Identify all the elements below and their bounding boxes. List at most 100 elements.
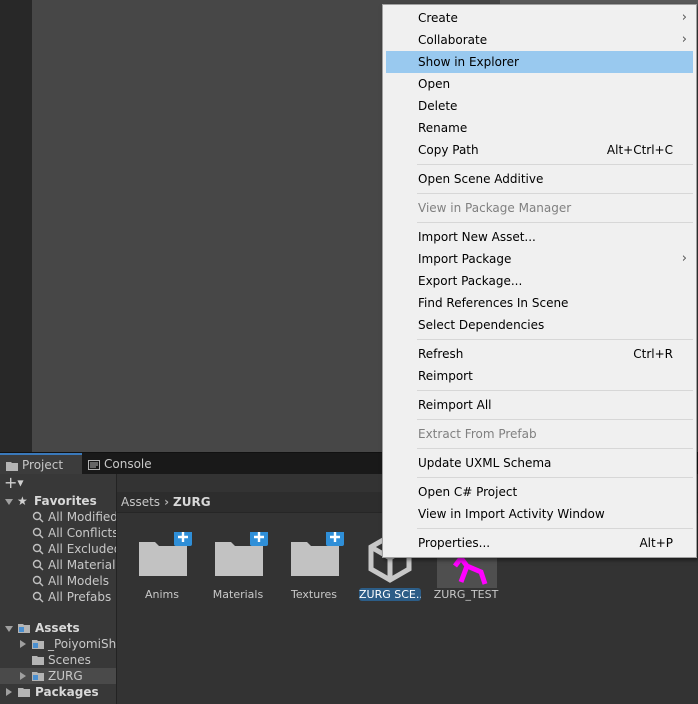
favorite-item-label: All Prefabs [48,590,112,604]
asset-label-selected: ZURG SCE... [359,588,421,601]
menu-item-view-import-activity[interactable]: View in Import Activity Window [386,503,693,525]
asset-label: ZURG_TEST [433,588,499,601]
menu-item-select-dependencies[interactable]: Select Dependencies [386,314,693,336]
context-menu: Create › Collaborate › Show in Explorer Op… [382,4,697,558]
menu-item-delete[interactable]: Delete [386,95,693,117]
folder-icon [18,688,30,697]
breadcrumb-separator: › [164,495,170,509]
menu-item-label: Show in Explorer [418,55,519,69]
tab-project[interactable]: Project [0,453,82,475]
menu-item-label: View in Import Activity Window [418,507,605,521]
collapse-arrow-icon[interactable] [5,499,13,505]
menu-item-refresh[interactable]: Refresh Ctrl+R [386,343,693,365]
menu-item-reimport-all[interactable]: Reimport All [386,394,693,416]
menu-item-find-references[interactable]: Find References In Scene [386,292,693,314]
breadcrumb-assets[interactable]: Assets [121,495,160,509]
collapse-arrow-icon[interactable] [5,626,13,632]
tab-project-label: Project [22,458,64,472]
assets-root[interactable]: Assets [0,620,116,636]
star-icon: ★ [17,494,28,508]
expand-arrow-icon[interactable] [6,688,12,696]
asset-label: Anims [145,588,179,601]
tree-folder-label: _PoiyomiShaders [48,637,116,651]
favorites-label: Favorites [34,494,97,508]
menu-item-properties[interactable]: Properties... Alt+P [386,532,693,554]
menu-item-label: Rename [418,121,468,135]
tab-console-label: Console [104,457,152,471]
chevron-right-icon: › [681,32,687,47]
menu-item-create[interactable]: Create › [386,7,693,29]
menu-item-shortcut: Alt+Ctrl+C [606,143,673,157]
menu-item-label: Open C# Project [418,485,518,499]
project-tree-panel: +▼ ★ Favorites All Modified All Conflict… [0,474,117,704]
menu-item-import-package[interactable]: Import Package › [386,248,693,270]
favorite-item[interactable]: All Prefabs [0,589,116,605]
tree-folder-poiyomi[interactable]: _PoiyomiShaders [0,636,116,652]
menu-item-show-in-explorer[interactable]: Show in Explorer [386,51,693,73]
menu-item-label: Refresh [418,347,464,361]
menu-item-label: Select Dependencies [418,318,545,332]
favorite-item-label: All Modified [48,510,116,524]
menu-item-update-uxml-schema[interactable]: Update UXML Schema [386,452,693,474]
favorite-item[interactable]: All Conflicts [0,525,116,541]
menu-item-label: Reimport All [418,398,492,412]
menu-separator [417,477,693,478]
favorite-item[interactable]: All Models [0,573,116,589]
tab-console[interactable]: Console [82,453,174,475]
menu-separator [417,193,693,194]
menu-item-label: Extract From Prefab [418,427,537,441]
search-icon [32,511,44,523]
menu-item-label: Open Scene Additive [418,172,544,186]
menu-item-label: Open [418,77,451,91]
search-icon [32,543,44,555]
search-icon [32,527,44,539]
scene-toolbar-strip [0,0,32,452]
menu-item-rename[interactable]: Rename [386,117,693,139]
menu-item-reimport[interactable]: Reimport [386,365,693,387]
menu-item-export-package[interactable]: Export Package... [386,270,693,292]
menu-item-import-new-asset[interactable]: Import New Asset... [386,226,693,248]
tree-folder-label: Scenes [48,653,91,667]
menu-item-view-in-package-manager: View in Package Manager [386,197,693,219]
menu-item-shortcut: Alt+P [639,536,673,550]
menu-separator [417,164,693,165]
menu-separator [417,222,693,223]
menu-item-collaborate[interactable]: Collaborate › [386,29,693,51]
breadcrumb-zurg[interactable]: ZURG [173,495,211,509]
packages-root-label: Packages [35,685,99,699]
tree-folder-zurg[interactable]: ZURG [0,668,116,684]
folder-icon [32,672,44,681]
expand-arrow-icon[interactable] [20,640,26,648]
favorite-item[interactable]: All Materials [0,557,116,573]
search-icon [32,559,44,571]
favorite-item[interactable]: All Excluded [0,541,116,557]
asset-label: Materials [212,588,264,601]
menu-item-label: Collaborate [418,33,488,47]
favorite-item[interactable]: All Modified [0,509,116,525]
tree-folder-scenes[interactable]: Scenes [0,652,116,668]
menu-item-label: Update UXML Schema [418,456,552,470]
menu-item-open-scene-additive[interactable]: Open Scene Additive [386,168,693,190]
menu-item-label: Delete [418,99,458,113]
folder-add-icon [215,532,268,576]
assets-root-label: Assets [35,621,80,635]
packages-root[interactable]: Packages [0,684,116,700]
add-menu-button[interactable]: +▼ [4,475,34,492]
menu-item-extract-from-prefab: Extract From Prefab [386,423,693,445]
menu-item-copy-path[interactable]: Copy Path Alt+Ctrl+C [386,139,693,161]
menu-item-label: Copy Path [418,143,479,157]
folder-icon [6,461,18,471]
menu-separator [417,419,693,420]
menu-separator [417,339,693,340]
menu-item-label: Reimport [418,369,473,383]
chevron-right-icon: › [681,10,687,25]
menu-item-label: Import Package [418,252,512,266]
search-icon [32,575,44,587]
favorites-header[interactable]: ★ Favorites [0,493,116,509]
menu-item-open[interactable]: Open [386,73,693,95]
favorite-item-label: All Excluded [48,542,116,556]
folder-add-icon [291,532,344,576]
expand-arrow-icon[interactable] [20,672,26,680]
menu-item-open-csharp-project[interactable]: Open C# Project [386,481,693,503]
menu-item-label: Find References In Scene [418,296,569,310]
